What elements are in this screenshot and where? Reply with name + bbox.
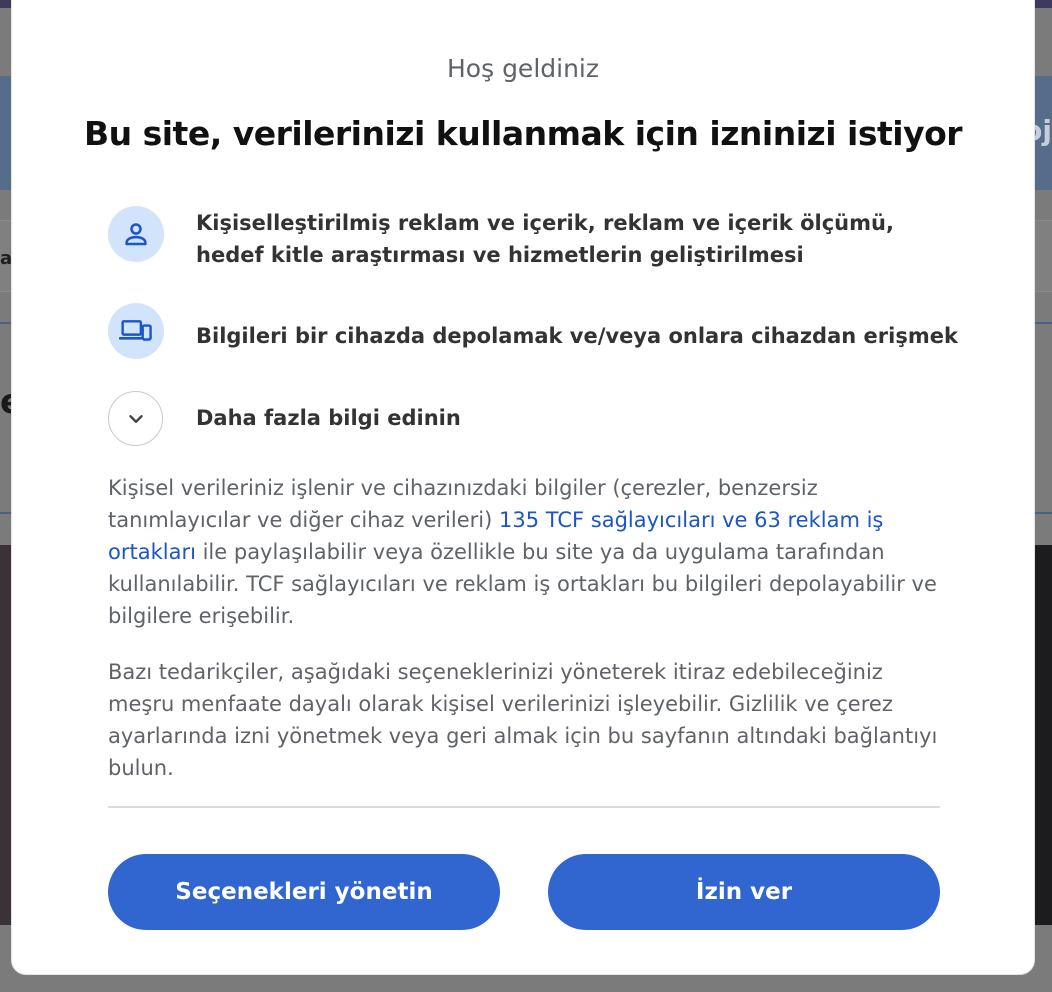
dialog-title: Bu site, verilerinizi kullanmak için izn… <box>83 114 963 153</box>
background-image-edge <box>1032 545 1052 925</box>
welcome-heading: Hoş geldiniz <box>447 54 599 83</box>
person-icon <box>108 206 164 262</box>
data-processing-paragraph: Kişisel verileriniz işlenir ve cihazınız… <box>108 472 948 632</box>
background-text-fragment: a <box>0 248 13 269</box>
legitimate-interest-paragraph: Bazı tedarikçiler, aşağıdaki seçenekleri… <box>108 660 938 780</box>
manage-options-button[interactable]: Seçenekleri yönetin <box>108 854 500 930</box>
purpose-store-access-device: Bilgileri bir cihazda depolamak ve/veya … <box>196 324 958 348</box>
devices-icon <box>108 303 164 359</box>
chevron-down-icon[interactable] <box>108 391 163 446</box>
consent-button[interactable]: İzin ver <box>548 854 940 930</box>
divider <box>108 806 940 808</box>
consent-dialog: Hoş geldiniz Bu site, verilerinizi kulla… <box>12 0 1034 974</box>
learn-more-toggle[interactable]: Daha fazla bilgi edinin <box>196 402 461 434</box>
purpose-personalised-ads: Kişiselleştirilmiş reklam ve içerik, rek… <box>196 211 894 267</box>
paragraph-text: ile paylaşılabilir veya özellikle bu sit… <box>108 540 937 628</box>
